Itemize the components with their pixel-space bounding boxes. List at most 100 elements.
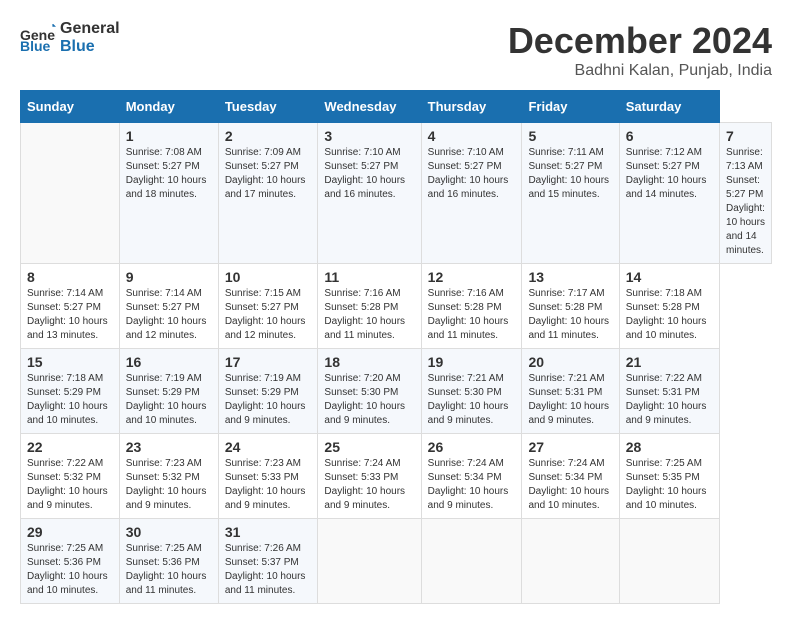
calendar-cell: 29Sunrise: 7:25 AM Sunset: 5:36 PM Dayli… [21, 519, 120, 604]
calendar-cell [318, 519, 421, 604]
calendar-cell: 15Sunrise: 7:18 AM Sunset: 5:29 PM Dayli… [21, 349, 120, 434]
page-subtitle: Badhni Kalan, Punjab, India [508, 62, 772, 80]
title-section: December 2024 Badhni Kalan, Punjab, Indi… [508, 20, 772, 80]
day-number: 12 [428, 269, 516, 285]
day-number: 23 [126, 439, 212, 455]
calendar-cell: 23 Sunrise: 7:23 AM Sunset: 5:32 PM Dayli… [119, 434, 218, 519]
calendar-cell: 12 Sunrise: 7:16 AM Sunset: 5:28 PM Dayli… [421, 264, 522, 349]
day-number: 11 [324, 269, 414, 285]
calendar-cell: 4Sunrise: 7:10 AM Sunset: 5:27 PM Daylig… [421, 123, 522, 264]
day-number: 31 [225, 524, 312, 540]
calendar-week-row: 15Sunrise: 7:18 AM Sunset: 5:29 PM Dayli… [21, 349, 772, 434]
page-title: December 2024 [508, 20, 772, 62]
day-info: Sunrise: 7:24 AM Sunset: 5:34 PM Dayligh… [528, 457, 612, 513]
day-info: Sunrise: 7:09 AM Sunset: 5:27 PM Dayligh… [225, 146, 312, 202]
day-number: 24 [225, 439, 312, 455]
calendar-cell [522, 519, 619, 604]
calendar-cell: 3 Sunrise: 7:10 AM Sunset: 5:27 PM Daylig… [318, 123, 421, 264]
calendar-day-header: Sunday [21, 91, 120, 123]
day-number: 25 [324, 439, 414, 455]
calendar-week-row: 8Sunrise: 7:14 AM Sunset: 5:27 PM Daylig… [21, 264, 772, 349]
day-info: Sunrise: 7:23 AM Sunset: 5:32 PM Dayligh… [126, 457, 212, 513]
calendar-day-header: Thursday [421, 91, 522, 123]
calendar-week-row: 29Sunrise: 7:25 AM Sunset: 5:36 PM Dayli… [21, 519, 772, 604]
day-number: 16 [126, 354, 212, 370]
calendar-cell: 24 Sunrise: 7:23 AM Sunset: 5:33 PM Dayli… [218, 434, 318, 519]
calendar-cell: 30 Sunrise: 7:25 AM Sunset: 5:36 PM Dayli… [119, 519, 218, 604]
day-number: 22 [27, 439, 113, 455]
day-number: 1 [126, 128, 212, 144]
calendar-cell [421, 519, 522, 604]
day-number: 30 [126, 524, 212, 540]
day-number: 9 [126, 269, 212, 285]
day-number: 19 [428, 354, 516, 370]
day-info: Sunrise: 7:14 AM Sunset: 5:27 PM Dayligh… [27, 287, 113, 343]
calendar-cell: 19 Sunrise: 7:21 AM Sunset: 5:30 PM Dayli… [421, 349, 522, 434]
day-number: 21 [626, 354, 713, 370]
calendar-cell: 21 Sunrise: 7:22 AM Sunset: 5:31 PM Dayli… [619, 349, 719, 434]
calendar-week-row: 1 Sunrise: 7:08 AM Sunset: 5:27 PM Daylig… [21, 123, 772, 264]
day-info: Sunrise: 7:25 AM Sunset: 5:36 PM Dayligh… [126, 542, 212, 598]
calendar-cell: 9 Sunrise: 7:14 AM Sunset: 5:27 PM Daylig… [119, 264, 218, 349]
day-number: 7 [726, 128, 765, 144]
svg-text:Blue: Blue [20, 38, 51, 52]
calendar-cell: 28Sunrise: 7:25 AM Sunset: 5:35 PM Dayli… [619, 434, 719, 519]
calendar-cell: 26 Sunrise: 7:24 AM Sunset: 5:34 PM Dayli… [421, 434, 522, 519]
calendar-header: SundayMondayTuesdayWednesdayThursdayFrid… [21, 91, 772, 123]
calendar-day-header: Wednesday [318, 91, 421, 123]
day-info: Sunrise: 7:21 AM Sunset: 5:31 PM Dayligh… [528, 372, 612, 428]
day-info: Sunrise: 7:14 AM Sunset: 5:27 PM Dayligh… [126, 287, 212, 343]
day-number: 20 [528, 354, 612, 370]
day-info: Sunrise: 7:19 AM Sunset: 5:29 PM Dayligh… [225, 372, 312, 428]
logo: General Blue General Blue [20, 20, 120, 55]
calendar-cell: 18 Sunrise: 7:20 AM Sunset: 5:30 PM Dayli… [318, 349, 421, 434]
logo-icon: General Blue [20, 24, 56, 52]
calendar-cell: 14Sunrise: 7:18 AM Sunset: 5:28 PM Dayli… [619, 264, 719, 349]
day-info: Sunrise: 7:25 AM Sunset: 5:35 PM Dayligh… [626, 457, 713, 513]
day-info: Sunrise: 7:24 AM Sunset: 5:34 PM Dayligh… [428, 457, 516, 513]
calendar-cell: 25 Sunrise: 7:24 AM Sunset: 5:33 PM Dayli… [318, 434, 421, 519]
calendar-day-header: Saturday [619, 91, 719, 123]
day-info: Sunrise: 7:26 AM Sunset: 5:37 PM Dayligh… [225, 542, 312, 598]
day-info: Sunrise: 7:20 AM Sunset: 5:30 PM Dayligh… [324, 372, 414, 428]
calendar-cell: 8Sunrise: 7:14 AM Sunset: 5:27 PM Daylig… [21, 264, 120, 349]
day-number: 3 [324, 128, 414, 144]
calendar-cell: 11 Sunrise: 7:16 AM Sunset: 5:28 PM Dayli… [318, 264, 421, 349]
day-info: Sunrise: 7:15 AM Sunset: 5:27 PM Dayligh… [225, 287, 312, 343]
calendar-day-header: Friday [522, 91, 619, 123]
calendar-cell: 5Sunrise: 7:11 AM Sunset: 5:27 PM Daylig… [522, 123, 619, 264]
day-number: 26 [428, 439, 516, 455]
logo-general: General [60, 20, 120, 38]
day-info: Sunrise: 7:24 AM Sunset: 5:33 PM Dayligh… [324, 457, 414, 513]
day-info: Sunrise: 7:23 AM Sunset: 5:33 PM Dayligh… [225, 457, 312, 513]
calendar-cell: 17 Sunrise: 7:19 AM Sunset: 5:29 PM Dayli… [218, 349, 318, 434]
day-info: Sunrise: 7:08 AM Sunset: 5:27 PM Dayligh… [126, 146, 212, 202]
day-info: Sunrise: 7:12 AM Sunset: 5:27 PM Dayligh… [626, 146, 713, 202]
day-info: Sunrise: 7:16 AM Sunset: 5:28 PM Dayligh… [324, 287, 414, 343]
day-info: Sunrise: 7:19 AM Sunset: 5:29 PM Dayligh… [126, 372, 212, 428]
calendar-table: SundayMondayTuesdayWednesdayThursdayFrid… [20, 90, 772, 604]
calendar-day-header: Tuesday [218, 91, 318, 123]
day-info: Sunrise: 7:18 AM Sunset: 5:29 PM Dayligh… [27, 372, 113, 428]
day-info: Sunrise: 7:17 AM Sunset: 5:28 PM Dayligh… [528, 287, 612, 343]
calendar-cell: 22Sunrise: 7:22 AM Sunset: 5:32 PM Dayli… [21, 434, 120, 519]
day-number: 17 [225, 354, 312, 370]
day-info: Sunrise: 7:10 AM Sunset: 5:27 PM Dayligh… [324, 146, 414, 202]
day-number: 2 [225, 128, 312, 144]
day-number: 10 [225, 269, 312, 285]
day-info: Sunrise: 7:13 AM Sunset: 5:27 PM Dayligh… [726, 146, 765, 258]
day-number: 13 [528, 269, 612, 285]
day-number: 6 [626, 128, 713, 144]
day-number: 18 [324, 354, 414, 370]
calendar-cell: 27Sunrise: 7:24 AM Sunset: 5:34 PM Dayli… [522, 434, 619, 519]
calendar-cell: 1 Sunrise: 7:08 AM Sunset: 5:27 PM Daylig… [119, 123, 218, 264]
calendar-day-header: Monday [119, 91, 218, 123]
calendar-week-row: 22Sunrise: 7:22 AM Sunset: 5:32 PM Dayli… [21, 434, 772, 519]
day-info: Sunrise: 7:22 AM Sunset: 5:31 PM Dayligh… [626, 372, 713, 428]
calendar-cell: 13 Sunrise: 7:17 AM Sunset: 5:28 PM Dayli… [522, 264, 619, 349]
day-number: 5 [528, 128, 612, 144]
calendar-cell: 2 Sunrise: 7:09 AM Sunset: 5:27 PM Daylig… [218, 123, 318, 264]
calendar-cell: 6 Sunrise: 7:12 AM Sunset: 5:27 PM Daylig… [619, 123, 719, 264]
day-info: Sunrise: 7:21 AM Sunset: 5:30 PM Dayligh… [428, 372, 516, 428]
day-info: Sunrise: 7:16 AM Sunset: 5:28 PM Dayligh… [428, 287, 516, 343]
